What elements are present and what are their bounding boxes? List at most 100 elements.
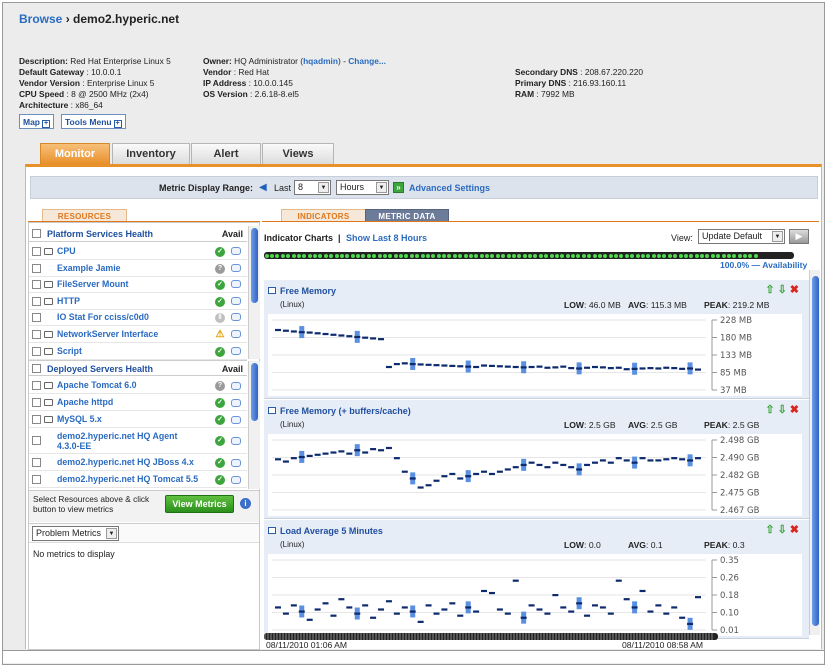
data-point[interactable] <box>488 472 495 476</box>
comment-icon[interactable] <box>231 280 241 289</box>
data-point[interactable] <box>473 365 480 369</box>
data-point[interactable] <box>607 367 614 370</box>
data-point[interactable] <box>615 457 622 460</box>
data-point[interactable] <box>441 608 448 611</box>
view-go-icon[interactable]: ▶ <box>789 229 809 244</box>
data-point[interactable] <box>330 614 337 617</box>
breadcrumb-browse-link[interactable]: Browse <box>19 12 62 26</box>
resource-link[interactable]: Apache Tomcat 6.0 <box>57 380 137 390</box>
data-point[interactable] <box>671 606 678 609</box>
data-point[interactable] <box>393 457 400 460</box>
tab-inventory[interactable]: Inventory <box>112 143 190 164</box>
data-point[interactable] <box>536 608 543 611</box>
data-point[interactable] <box>687 459 694 462</box>
data-point[interactable] <box>378 338 385 341</box>
data-point[interactable] <box>671 367 678 370</box>
data-point[interactable] <box>338 334 345 337</box>
data-point[interactable] <box>322 332 329 336</box>
data-point[interactable] <box>473 472 480 476</box>
data-point[interactable] <box>354 449 361 452</box>
data-point[interactable] <box>346 335 353 338</box>
data-point[interactable] <box>298 331 305 334</box>
resource-link[interactable]: FileServer Mount <box>57 279 128 289</box>
move-down-icon[interactable]: ⇩ <box>778 404 787 416</box>
data-point[interactable] <box>449 472 456 476</box>
problem-metrics-select[interactable]: Problem Metrics ▼ <box>32 526 119 541</box>
move-up-icon[interactable]: ⇧ <box>765 284 774 296</box>
resource-link[interactable]: 4.3.0-EE <box>57 441 91 451</box>
comment-icon[interactable] <box>231 475 241 484</box>
data-point[interactable] <box>520 463 527 467</box>
data-point[interactable] <box>306 454 313 458</box>
comment-icon[interactable] <box>231 346 241 355</box>
data-point[interactable] <box>599 606 606 609</box>
data-point[interactable] <box>544 366 551 369</box>
select-all-checkbox[interactable] <box>32 364 41 373</box>
tab-alert[interactable]: Alert <box>191 143 261 164</box>
data-point[interactable] <box>275 458 281 461</box>
data-point[interactable] <box>306 618 313 621</box>
data-point[interactable] <box>370 448 377 451</box>
data-point[interactable] <box>695 596 701 599</box>
resource-link[interactable]: Script <box>57 346 82 356</box>
data-point[interactable] <box>679 458 686 461</box>
data-point[interactable] <box>465 365 472 368</box>
data-point[interactable] <box>671 457 678 460</box>
resource-link[interactable]: NetworkServer Interface <box>57 329 158 339</box>
row-checkbox[interactable] <box>32 296 41 306</box>
data-point[interactable] <box>465 606 472 609</box>
select-all-checkbox[interactable] <box>32 229 41 238</box>
data-point[interactable] <box>512 466 519 469</box>
comment-icon[interactable] <box>231 458 241 467</box>
resource-link[interactable]: demo2.hyperic.net HQ Agent <box>57 431 177 441</box>
tools-menu-button[interactable]: Tools Menu + <box>61 114 126 129</box>
data-point[interactable] <box>449 602 456 605</box>
data-point[interactable] <box>591 365 598 369</box>
data-point[interactable] <box>623 368 630 371</box>
data-point[interactable] <box>354 612 361 615</box>
data-point[interactable] <box>330 333 337 336</box>
comment-icon[interactable] <box>231 263 241 272</box>
data-point[interactable] <box>512 365 519 369</box>
data-point[interactable] <box>599 366 606 369</box>
data-point[interactable] <box>338 598 345 601</box>
data-point[interactable] <box>528 461 535 464</box>
data-point[interactable] <box>615 366 622 369</box>
data-point[interactable] <box>560 463 567 467</box>
resource-link[interactable]: demo2.hyperic.net HQ JBoss 4.x <box>57 457 194 467</box>
show-last-link[interactable]: Show Last 8 Hours <box>346 233 427 243</box>
data-point[interactable] <box>568 367 575 370</box>
data-point[interactable] <box>314 453 321 456</box>
move-up-icon[interactable]: ⇧ <box>765 404 774 416</box>
data-point[interactable] <box>433 364 440 367</box>
info-icon[interactable]: i <box>240 498 251 509</box>
data-point[interactable] <box>655 367 662 370</box>
data-point[interactable] <box>433 612 440 615</box>
data-point[interactable] <box>552 461 559 464</box>
tab-views[interactable]: Views <box>262 143 334 164</box>
data-point[interactable] <box>393 362 400 366</box>
data-point[interactable] <box>584 366 591 369</box>
data-point[interactable] <box>290 604 297 607</box>
chart-title[interactable]: Load Average 5 Minutes <box>280 526 383 536</box>
data-point[interactable] <box>663 366 670 369</box>
remove-chart-icon[interactable]: ✖ <box>790 284 799 296</box>
data-point[interactable] <box>385 365 392 369</box>
data-point[interactable] <box>417 620 424 623</box>
data-point[interactable] <box>623 598 630 601</box>
data-point[interactable] <box>465 475 472 478</box>
data-point[interactable] <box>322 602 329 605</box>
data-point[interactable] <box>401 606 408 609</box>
data-point[interactable] <box>663 458 670 461</box>
data-point[interactable] <box>433 479 440 482</box>
resource-link[interactable]: CPU <box>57 246 76 256</box>
data-point[interactable] <box>496 470 503 473</box>
data-point[interactable] <box>687 622 694 626</box>
data-point[interactable] <box>322 452 329 455</box>
data-point[interactable] <box>576 367 583 370</box>
range-count-select[interactable]: 8 ▼ <box>294 180 331 195</box>
row-checkbox[interactable] <box>32 380 41 390</box>
data-point[interactable] <box>362 451 369 454</box>
remove-chart-icon[interactable]: ✖ <box>790 524 799 536</box>
data-point[interactable] <box>457 614 464 617</box>
